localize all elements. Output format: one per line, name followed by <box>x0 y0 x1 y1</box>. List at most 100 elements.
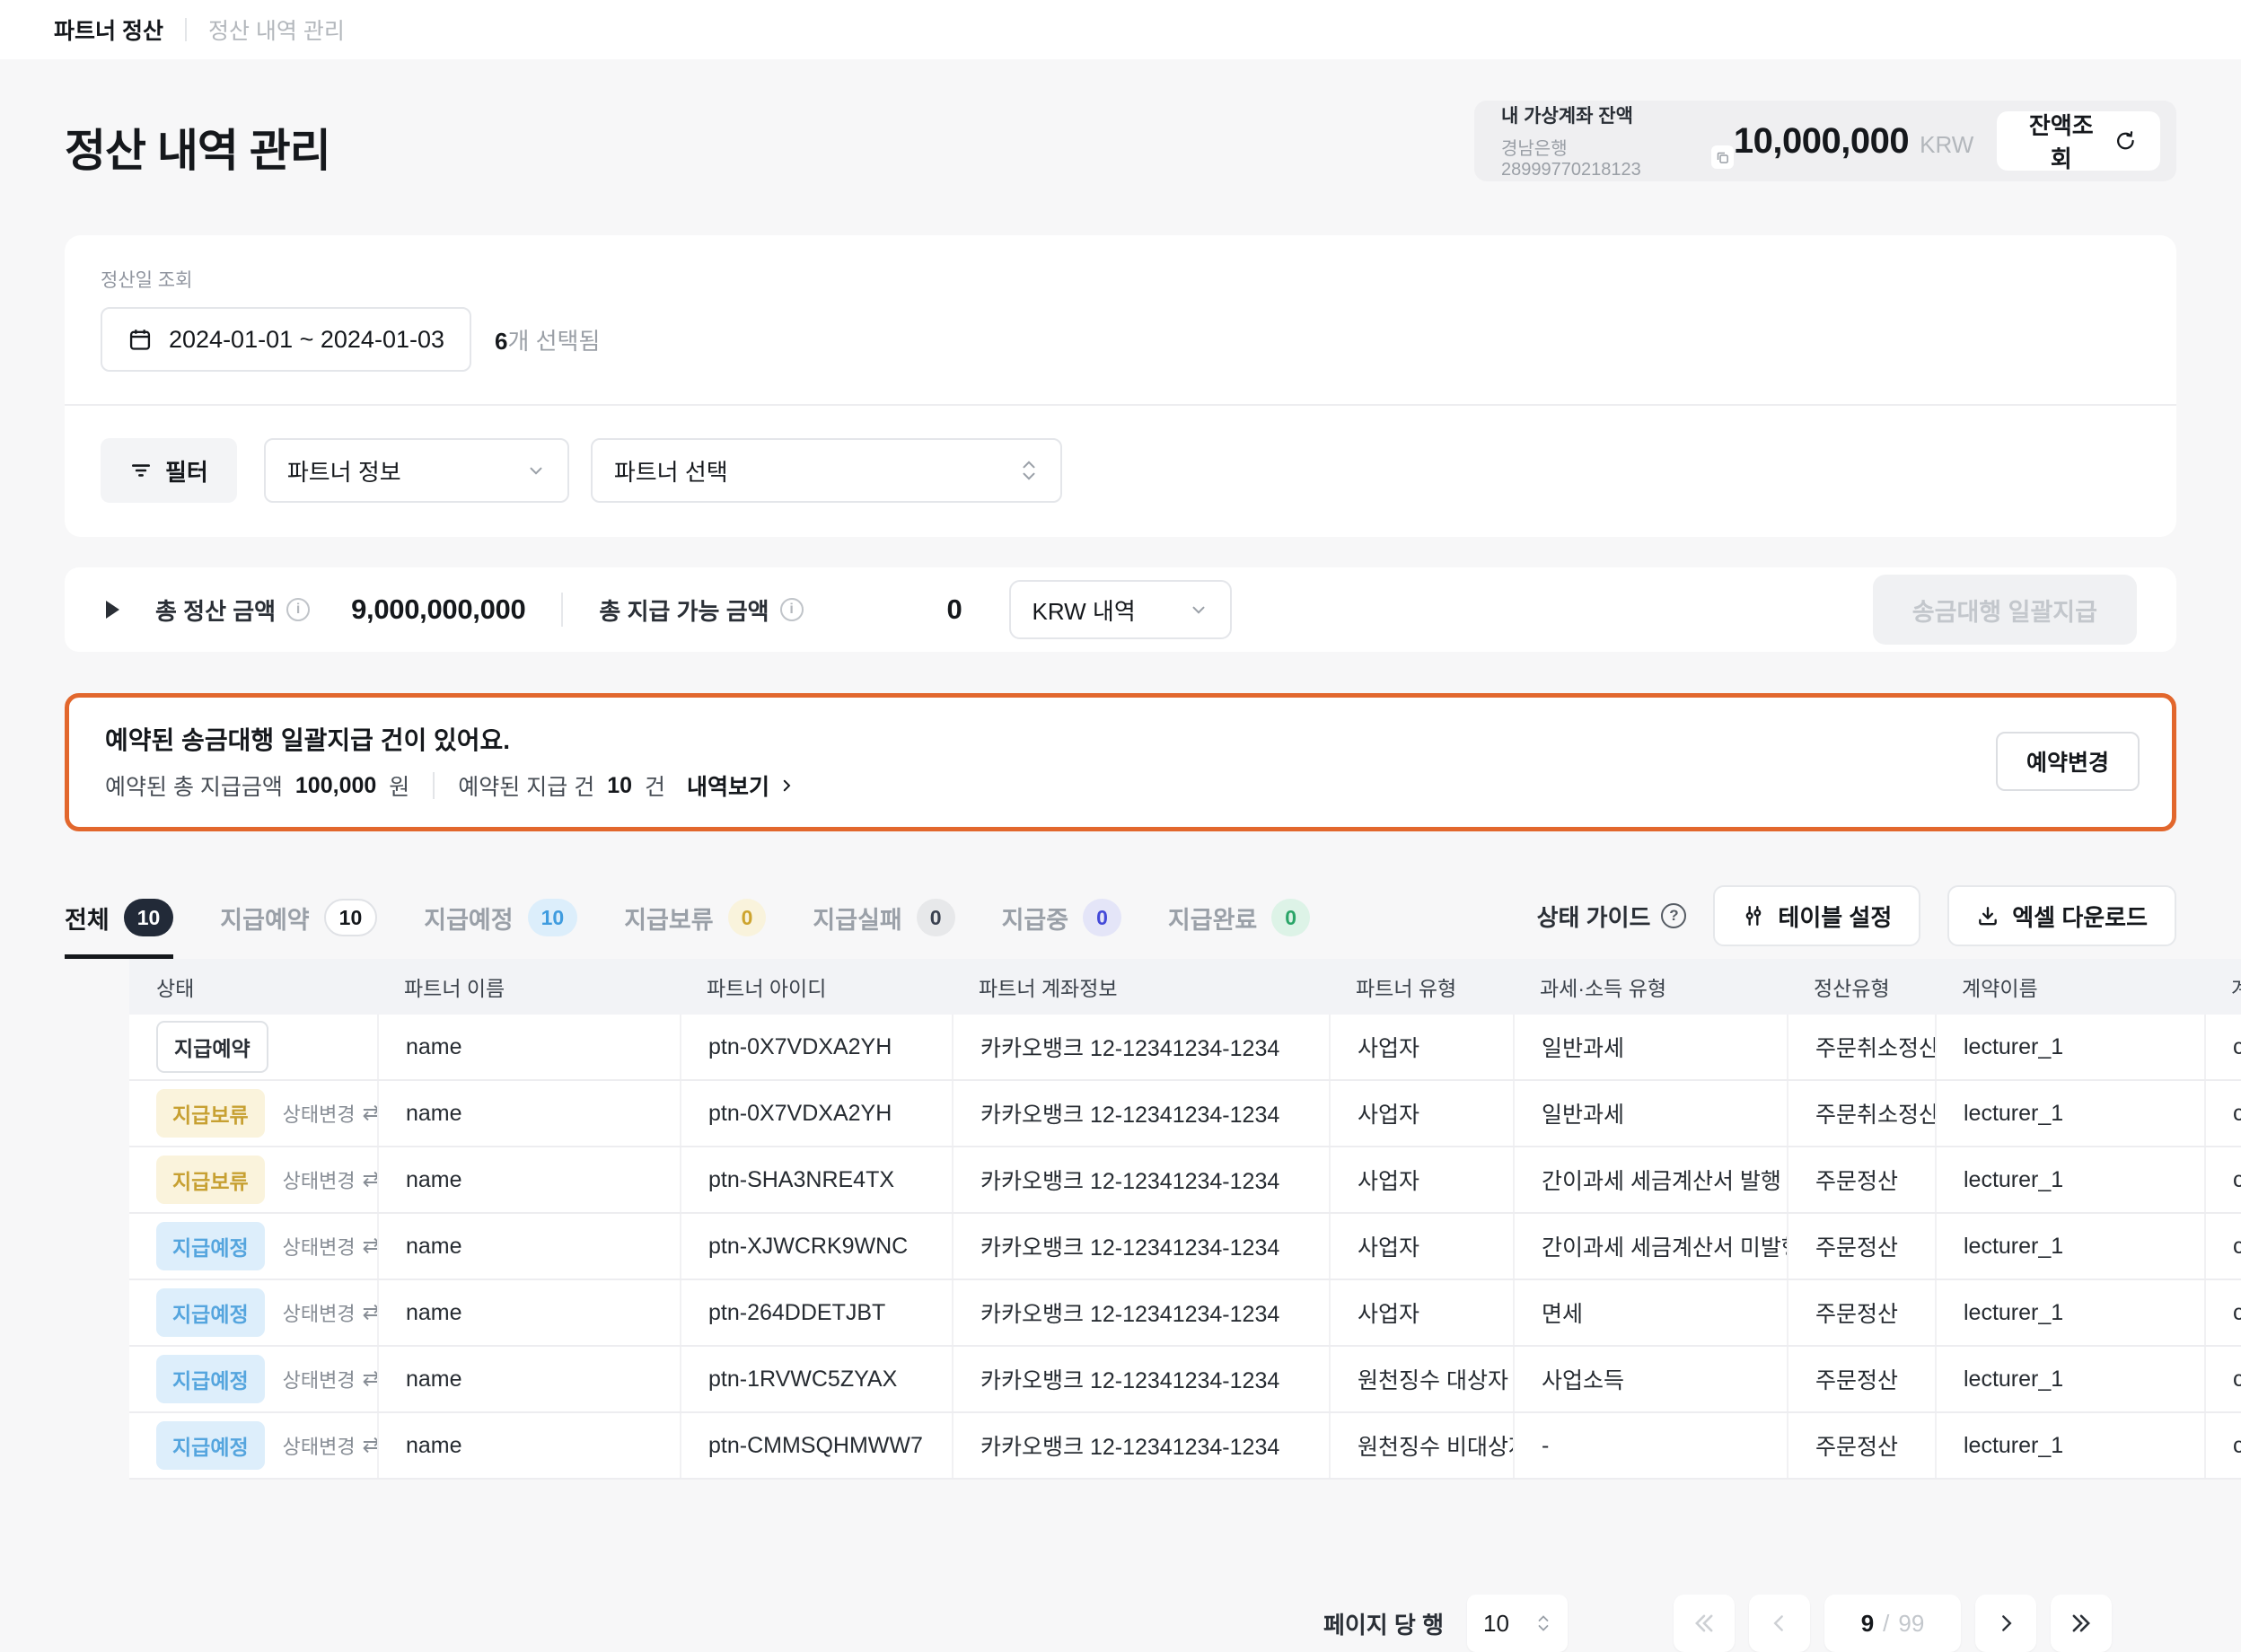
tab-completed[interactable]: 지급완료0 <box>1168 899 1310 959</box>
cell-partner-type: 원천징수 비대상자 <box>1329 1413 1513 1478</box>
status-change-link[interactable]: 상태변경 ⇄ <box>283 1232 377 1261</box>
copy-icon[interactable] <box>1711 145 1734 169</box>
last-page-button[interactable] <box>2051 1595 2112 1652</box>
view-details-link[interactable]: 내역보기 <box>687 769 795 802</box>
status-guide-link[interactable]: 상태 가이드 ? <box>1537 900 1687 933</box>
change-reservation-button[interactable]: 예약변경 <box>1996 732 2140 791</box>
cell-tax-income-type: 간이과세 세금계산서 발행 <box>1513 1147 1787 1212</box>
bulk-transfer-button[interactable]: 송금대행 일괄지급 <box>1873 575 2137 645</box>
tab-paying[interactable]: 지급중0 <box>1002 899 1121 959</box>
tab-label: 지급예정 <box>424 901 513 936</box>
column-header-partner-type: 파트너 유형 <box>1329 959 1513 1015</box>
partner-select[interactable]: 파트너 선택 <box>591 438 1062 503</box>
table-toolbar: 상태 가이드 ? 테이블 설정 엑셀 다운로드 <box>1537 885 2176 959</box>
currency-select[interactable]: KRW 내역 <box>1009 580 1232 639</box>
excel-download-button[interactable]: 엑셀 다운로드 <box>1947 885 2176 946</box>
cell-settlement-type: 주문취소정산 <box>1787 1015 1935 1079</box>
info-icon[interactable]: i <box>286 598 310 621</box>
status-change-label: 상태변경 <box>283 1431 356 1460</box>
chevron-down-icon <box>526 461 546 480</box>
cell-partner-type: 사업자 <box>1329 1280 1513 1345</box>
column-header-settlement-type: 정산유형 <box>1787 959 1935 1015</box>
status-change-link[interactable]: 상태변경⇄ <box>283 1298 377 1327</box>
cell-contract-code: ctr-6 <box>2204 1347 2241 1411</box>
cell-settlement-type: 주문정산 <box>1787 1347 1935 1411</box>
banner-divider <box>433 772 435 799</box>
rows-per-page-select[interactable]: 10 <box>1467 1595 1568 1652</box>
table-body: 지급예약nameptn-0X7VDXA2YH카카오뱅크 12-12341234-… <box>129 1015 2241 1480</box>
tab-reserved[interactable]: 지급예약10 <box>220 899 377 959</box>
balance-refresh-button[interactable]: 잔액조회 <box>1997 111 2160 171</box>
breadcrumb-parent[interactable]: 파트너 정산 <box>54 13 163 46</box>
cell-partner-name: name <box>377 1015 680 1079</box>
partner-select-value: 파트너 선택 <box>614 454 728 488</box>
table-row: 지급예약nameptn-0X7VDXA2YH카카오뱅크 12-12341234-… <box>129 1015 2241 1081</box>
status-change-link[interactable]: 상태변경⇄ <box>283 1099 377 1128</box>
partner-info-select[interactable]: 파트너 정보 <box>264 438 569 503</box>
status-change-label: 상태변경 <box>283 1165 356 1194</box>
cell-partner-type: 원천징수 대상자 <box>1329 1347 1513 1411</box>
tab-all[interactable]: 전체10 <box>65 899 173 959</box>
status-change-label: 상태변경 <box>283 1365 356 1393</box>
cell-partner-account: 카카오뱅크 12-12341234-1234 <box>952 1280 1329 1345</box>
tab-count-badge: 10 <box>324 899 378 936</box>
status-badge: 지급예정 <box>156 1288 265 1337</box>
swap-icon: ⇄ <box>363 1235 377 1257</box>
cell-settlement-type: 주문취소정산 <box>1787 1081 1935 1146</box>
balance-account: 경남은행 28999770218123 <box>1501 134 1734 180</box>
tab-count-badge: 10 <box>124 899 174 936</box>
partner-filter-row: 필터 파트너 정보 파트너 선택 <box>101 438 2140 503</box>
prev-page-button[interactable] <box>1749 1595 1810 1652</box>
tab-label: 지급중 <box>1002 901 1069 936</box>
cell-partner-type: 사업자 <box>1329 1147 1513 1212</box>
column-header-partner-account: 파트너 계좌정보 <box>952 959 1329 1015</box>
table-settings-button[interactable]: 테이블 설정 <box>1713 885 1920 946</box>
reserved-count-value: 10 <box>607 773 632 799</box>
info-icon[interactable]: i <box>780 598 804 621</box>
tab-count-badge: 0 <box>728 899 767 936</box>
table-settings-label: 테이블 설정 <box>1778 900 1892 933</box>
double-chevron-left-icon <box>1692 1611 1717 1636</box>
status-badge: 지급예정 <box>156 1355 265 1403</box>
expand-triangle-icon[interactable] <box>106 601 119 619</box>
status-change-label: 상태변경 <box>283 1232 356 1261</box>
tab-scheduled[interactable]: 지급예정10 <box>424 899 577 959</box>
total-payable-label-text: 총 지급 가능 금액 <box>599 593 769 627</box>
breadcrumb-current: 정산 내역 관리 <box>208 13 345 46</box>
tabs-row: 전체10지급예약10지급예정10지급보류0지급실패0지급중0지급완료0 상태 가… <box>65 885 2176 959</box>
balance-amount-wrap: 10,000,000 KRW <box>1734 121 1973 162</box>
cell-partner-id: ptn-SHA3NRE4TX <box>680 1147 952 1212</box>
balance-refresh-label: 잔액조회 <box>2020 108 2102 174</box>
cell-partner-type: 사업자 <box>1329 1081 1513 1146</box>
first-page-button[interactable] <box>1674 1595 1735 1652</box>
cell-partner-account: 카카오뱅크 12-12341234-1234 <box>952 1347 1329 1411</box>
tab-count-badge: 0 <box>1271 899 1310 936</box>
cell-settlement-type: 주문정산 <box>1787 1413 1935 1478</box>
swap-icon: ⇄ <box>363 1435 377 1456</box>
cell-tax-income-type: 사업소득 <box>1513 1347 1787 1411</box>
status-change-link[interactable]: 상태변경⇄ <box>283 1165 377 1194</box>
chevron-up-down-icon <box>1535 1612 1551 1634</box>
page-number-box[interactable]: 9 / 99 <box>1824 1595 1961 1652</box>
total-settlement-value: 9,000,000,000 <box>351 593 525 626</box>
status-change-link[interactable]: 상태변경 ⇄ <box>283 1365 377 1393</box>
filter-button[interactable]: 필터 <box>101 438 237 503</box>
cell-status: 지급보류상태변경⇄ <box>129 1147 377 1212</box>
swap-icon: ⇄ <box>363 1368 377 1390</box>
pager: 9 / 99 <box>1674 1595 2112 1652</box>
cell-contract-name: lecturer_1 <box>1935 1147 2204 1212</box>
status-change-link[interactable]: 상태변경 ⇄ <box>283 1431 377 1460</box>
cell-tax-income-type: 일반과세 <box>1513 1081 1787 1146</box>
date-range-picker[interactable]: 2024-01-01 ~ 2024-01-03 <box>101 307 471 372</box>
cell-status: 지급예정상태변경⇄ <box>129 1413 377 1478</box>
refresh-icon <box>2114 129 2137 153</box>
filter-divider <box>65 404 2176 406</box>
next-page-button[interactable] <box>1975 1595 2036 1652</box>
reserved-count-label: 예약된 지급 건 <box>458 769 594 802</box>
cell-contract-name: lecturer_1 <box>1935 1413 2204 1478</box>
balance-label: 내 가상계좌 잔액 <box>1501 101 1734 128</box>
tab-failed[interactable]: 지급실패0 <box>813 899 954 959</box>
tab-held[interactable]: 지급보류0 <box>624 899 766 959</box>
cell-contract-name: lecturer_1 <box>1935 1347 2204 1411</box>
reserved-count-unit: 건 <box>645 769 665 802</box>
